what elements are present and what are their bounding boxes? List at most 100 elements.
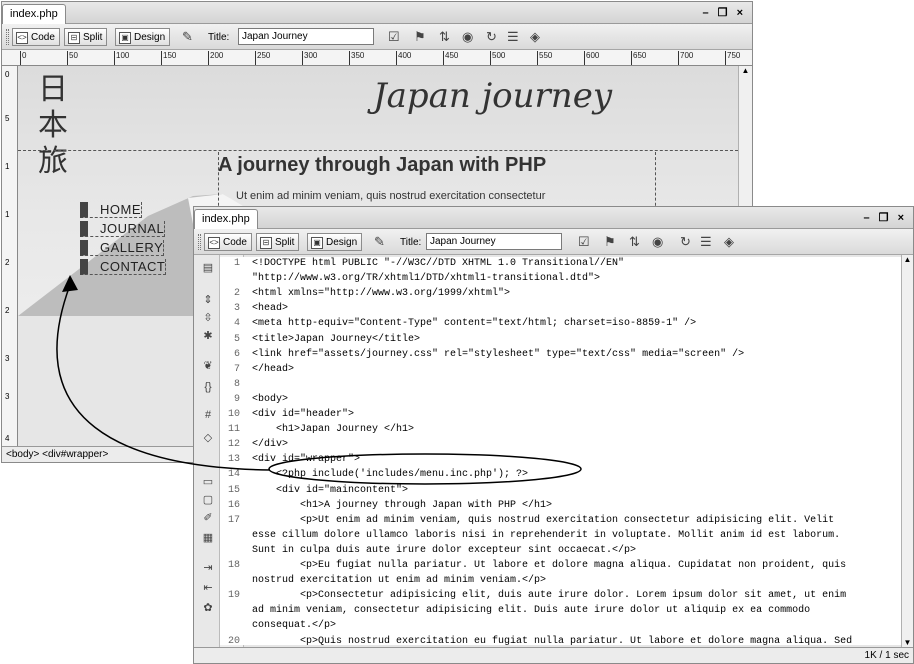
code-text: </div> [252,439,289,451]
scroll-down-icon[interactable]: ▼ [902,638,913,647]
code-line[interactable]: 7 </head> [220,363,901,377]
design-view-button[interactable]: ▣ Design [307,233,363,251]
apply-comment-icon[interactable]: ▭ [199,475,217,488]
file-size-status: 1K / 1 sec [864,650,909,661]
code-line[interactable]: consequat.</p> [220,619,901,633]
collapse-selection-icon[interactable]: ⇳ [199,311,217,324]
view-options-icon[interactable]: ☰ [507,29,519,45]
code-scrollbar[interactable]: ▲ ▼ [901,255,913,647]
code-line[interactable]: ad minim veniam, consectetur adipisicing… [220,604,901,618]
browser-check-icon[interactable]: ☑ [578,234,590,250]
file-management-icon[interactable]: ⇅ [629,234,640,250]
line-number: 12 [227,439,240,451]
scroll-up-icon[interactable]: ▲ [739,66,752,75]
code-line[interactable]: 8 [220,378,901,392]
code-line[interactable]: 14 <?php include('includes/menu.inc.php'… [220,468,901,482]
code-line[interactable]: esse cillum dolore ullamco laboris nisi … [220,529,901,543]
refresh-icon[interactable]: ↻ [486,29,497,45]
design-file-tab[interactable]: index.php [2,4,66,24]
code-line[interactable]: 4 <meta http-equiv="Content-Type" content… [220,317,901,331]
menu-home[interactable]: HOME [80,202,142,218]
code-line[interactable]: 2 <html xmlns="http://www.w3.org/1999/xht… [220,287,901,301]
visual-aids-icon[interactable]: ◈ [530,29,540,45]
code-view-button[interactable]: <> Code [204,233,252,251]
split-view-button[interactable]: ⊟ Split [256,233,300,251]
page-paragraph: Ut enim ad minim veniam, quis nostrud ex… [236,190,546,202]
code-line[interactable]: 11 <h1>Japan Journey </h1> [220,423,901,437]
split-view-button[interactable]: ⊟ Split [64,28,108,46]
view-options-icon[interactable]: ☰ [700,234,712,250]
visual-aids-icon[interactable]: ◈ [724,234,734,250]
code-text: esse cillum dolore ullamco laboris nisi … [252,529,841,541]
toolbar-grip[interactable] [198,234,201,250]
line-number: 2 [233,288,240,300]
code-line[interactable]: "http://www.w3.org/TR/xhtml1/DTD/xhtml1-… [220,272,901,286]
code-view-button[interactable]: <> Code [12,28,60,46]
live-data-icon[interactable]: ✎ [374,234,385,250]
code-file-tab[interactable]: index.php [194,209,258,229]
file-management-icon[interactable]: ⇅ [439,29,450,45]
remove-comment-icon[interactable]: ▢ [199,493,217,506]
scroll-up-icon[interactable]: ▲ [902,255,913,264]
code-line[interactable]: 5 <title>Japan Journey</title> [220,333,901,347]
code-line[interactable]: 13 <div id="wrapper"> [220,453,901,467]
code-line[interactable]: 9 <body> [220,393,901,407]
code-editor[interactable]: 1 <!DOCTYPE html PUBLIC "-//W3C//DTD XHTM… [220,257,901,645]
design-view-button[interactable]: ▣ Design [115,28,171,46]
title-input[interactable]: Japan Journey [426,233,562,250]
code-text: <title>Japan Journey</title> [252,333,421,345]
code-window-controls[interactable]: – ❐ × [863,211,907,224]
balance-braces-icon[interactable]: {} [199,381,217,393]
code-text: <p>Consectetur adipisicing elit, duis au… [252,590,847,602]
line-number: 10 [227,409,240,420]
title-input[interactable]: Japan Journey [238,28,374,45]
code-line[interactable]: 1 <!DOCTYPE html PUBLIC "-//W3C//DTD XHTM… [220,257,901,271]
menu-contact[interactable]: CONTACT [80,259,167,275]
code-status-bar: 1K / 1 sec [194,647,913,663]
code-line[interactable]: 16 <h1>A journey through Japan with PHP … [220,499,901,513]
line-number: 4 [233,318,240,330]
outdent-icon[interactable]: ⇤ [199,581,217,594]
code-text: </head> [252,363,295,375]
code-line[interactable]: 18 <p>Eu fugiat nulla pariatur. Ut labor… [220,559,901,573]
code-line[interactable]: 10 <div id="header"> [220,408,901,422]
preview-icon[interactable]: ◉ [462,29,473,45]
line-numbers-icon[interactable]: # [199,409,217,421]
code-text: <head> [252,303,289,315]
code-line[interactable]: 17 <p>Ut enim ad minim veniam, quis nost… [220,514,901,528]
expand-all-icon[interactable]: ✱ [199,329,217,342]
title-label: Title: [208,32,230,43]
code-text: consequat.</p> [252,620,337,632]
menu-gallery[interactable]: GALLERY [80,240,165,256]
wrap-tag-icon[interactable]: ✐ [199,511,217,524]
design-window-controls[interactable]: – ❐ × [702,6,746,19]
collapse-tag-icon[interactable]: ⇕ [199,293,217,306]
code-line[interactable]: nostrud exercitation ut enim ad minim ve… [220,574,901,588]
code-text: "http://www.w3.org/TR/xhtml1/DTD/xhtml1-… [252,273,601,285]
live-data-icon[interactable]: ✎ [182,29,193,45]
code-line[interactable]: 6 <link href="assets/journey.css" rel="st… [220,348,901,362]
menu-journal[interactable]: JOURNAL [80,221,166,237]
horizontal-ruler: 0 50 100 150 200 250 300 350 400 450 500… [2,50,752,66]
code-line[interactable]: 19 <p>Consectetur adipisicing elit, duis… [220,589,901,603]
highlight-invalid-icon[interactable]: ◇ [199,431,217,444]
select-parent-tag-icon[interactable]: ❦ [199,359,217,372]
validate-icon[interactable]: ⚑ [414,29,426,45]
toolbar-grip[interactable] [6,29,9,45]
open-documents-icon[interactable]: ▤ [199,261,217,274]
line-number: 14 [227,469,240,481]
preview-icon[interactable]: ◉ [652,234,663,250]
format-source-icon[interactable]: ✿ [199,601,217,614]
code-line[interactable]: 12 </div> [220,438,901,452]
browser-check-icon[interactable]: ☑ [388,29,400,45]
split-icon: ⊟ [68,31,80,44]
code-line[interactable]: 3 <head> [220,302,901,316]
recent-snippets-icon[interactable]: ▦ [199,531,217,544]
refresh-icon[interactable]: ↻ [680,234,691,250]
code-line[interactable]: 20 <p>Quis nostrud exercitation eu fugia… [220,635,901,646]
code-window: index.php – ❐ × <> Code ⊟ Split ▣ Design ✎ … [193,206,914,664]
code-line[interactable]: Sunt in culpa duis aute irure dolor exce… [220,544,901,558]
validate-icon[interactable]: ⚑ [604,234,616,250]
indent-icon[interactable]: ⇥ [199,561,217,574]
code-line[interactable]: 15 <div id="maincontent"> [220,484,901,498]
